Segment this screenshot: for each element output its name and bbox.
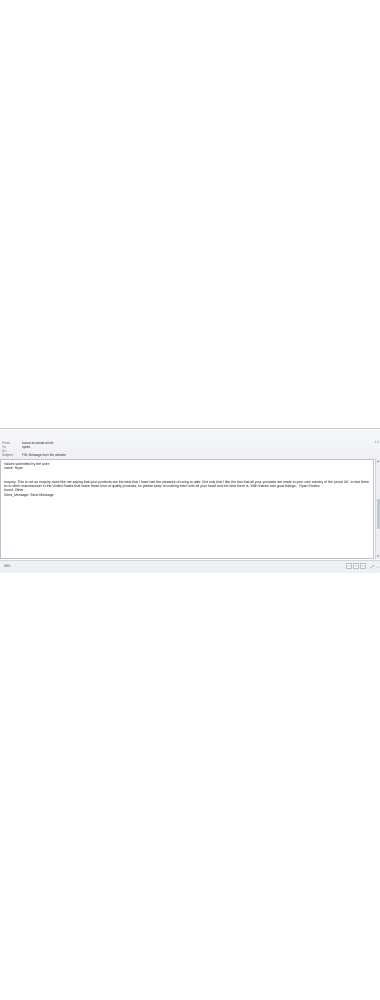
- email-reading-window: From: kumar.ss.kamal.al.info To: sykes C…: [0, 428, 380, 574]
- body-send-line: Send_Message: Send Message: [4, 492, 54, 497]
- expand-icon[interactable]: ⤢: [371, 564, 374, 569]
- zoom-level[interactable]: 98%: [4, 564, 10, 568]
- normal-view-button[interactable]: ▭: [346, 563, 352, 569]
- reading-view-button[interactable]: ▭: [353, 563, 359, 569]
- scroll-down-icon[interactable]: ▼: [376, 554, 380, 559]
- message-body[interactable]: Values submitted by the user: name: Ryan…: [0, 459, 374, 559]
- compact-view-button[interactable]: ▭: [360, 563, 366, 569]
- status-bar: 98% ▭ ▭ ▭ ⤢ –: [0, 560, 380, 573]
- scroll-thumb[interactable]: [376, 499, 380, 529]
- scroll-up-icon[interactable]: ▲: [376, 459, 380, 464]
- subject-label: Subject:: [2, 453, 14, 457]
- sent-time: 1:1: [374, 440, 379, 444]
- view-buttons: ▭ ▭ ▭: [346, 563, 366, 569]
- message-header: From: kumar.ss.kamal.al.info To: sykes C…: [0, 429, 380, 460]
- subject-value: FW: Message from the website: [22, 453, 66, 457]
- body-enquiry: enquiry: This is not an enquiry more lik…: [4, 479, 370, 489]
- minus-icon[interactable]: –: [377, 564, 379, 569]
- to-value[interactable]: sykes: [22, 445, 30, 450]
- vertical-scrollbar[interactable]: ▲ ▼: [375, 459, 380, 559]
